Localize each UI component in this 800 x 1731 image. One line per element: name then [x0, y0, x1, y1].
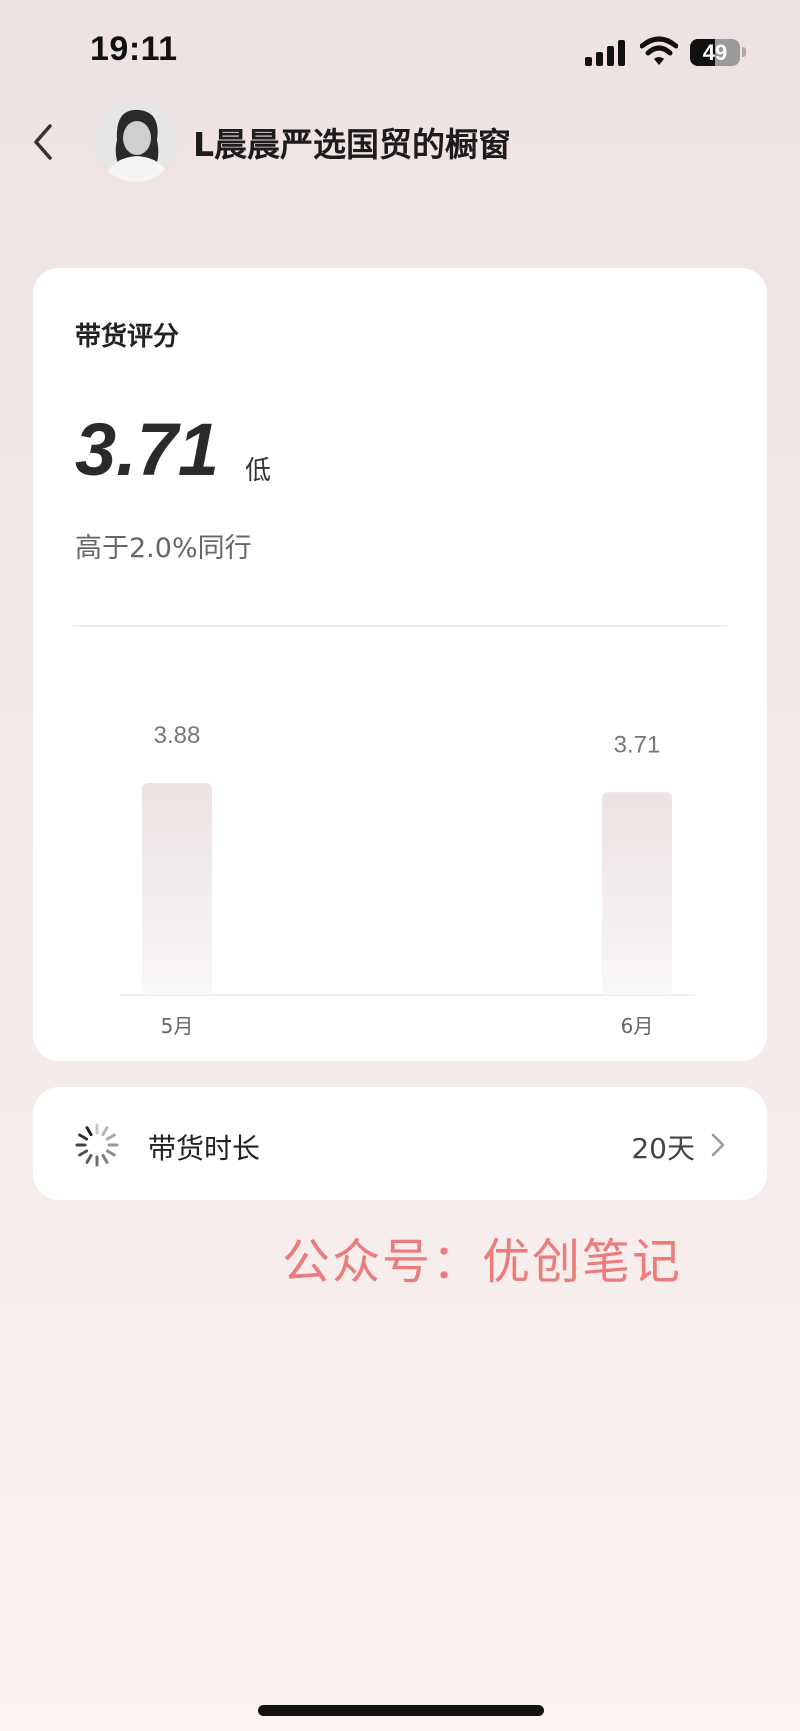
wifi-icon	[640, 36, 678, 65]
score-bar-chart: 3.88 5月 3.71 6月	[120, 722, 695, 1038]
status-time: 19:11	[90, 30, 178, 68]
watermark-text: 公众号：优创笔记	[282, 1234, 683, 1290]
duration-label: 带货时长	[148, 1132, 261, 1165]
chart-bar	[602, 792, 672, 995]
signal-icon	[585, 40, 627, 66]
duration-card[interactable]: 带货时长 20天	[33, 1087, 767, 1200]
spinner-tick	[85, 1126, 93, 1137]
spinner-tick	[101, 1126, 109, 1137]
battery-level: 49	[702, 39, 728, 65]
chart-value-label: 3.88	[154, 722, 201, 749]
chart-value-label: 3.71	[614, 731, 661, 758]
duration-value: 20天	[631, 1132, 695, 1165]
spinner-tick	[101, 1153, 109, 1164]
shop-title: L晨晨严选国贸的橱窗	[193, 125, 512, 164]
score-card: 带货评分 3.71 低 高于2.0%同行 3.88 5月 3.71 6月	[33, 268, 767, 1061]
chart-bar	[142, 783, 212, 995]
back-chevron-icon[interactable]	[26, 118, 62, 166]
spinner-tick	[105, 1149, 116, 1157]
chevron-right-icon	[711, 1133, 725, 1157]
chart-category-label: 6月	[621, 1014, 654, 1038]
battery-nub	[742, 47, 746, 57]
avatar[interactable]	[95, 100, 177, 182]
spinner-tick	[78, 1133, 89, 1141]
loading-spinner-icon	[75, 1123, 119, 1167]
spinner-tick	[105, 1133, 116, 1141]
spinner-tick	[85, 1153, 93, 1164]
spinner-tick	[78, 1149, 89, 1157]
home-indicator	[258, 1705, 544, 1716]
battery-icon: 49	[690, 39, 740, 66]
chart-category-label: 5月	[161, 1014, 194, 1038]
